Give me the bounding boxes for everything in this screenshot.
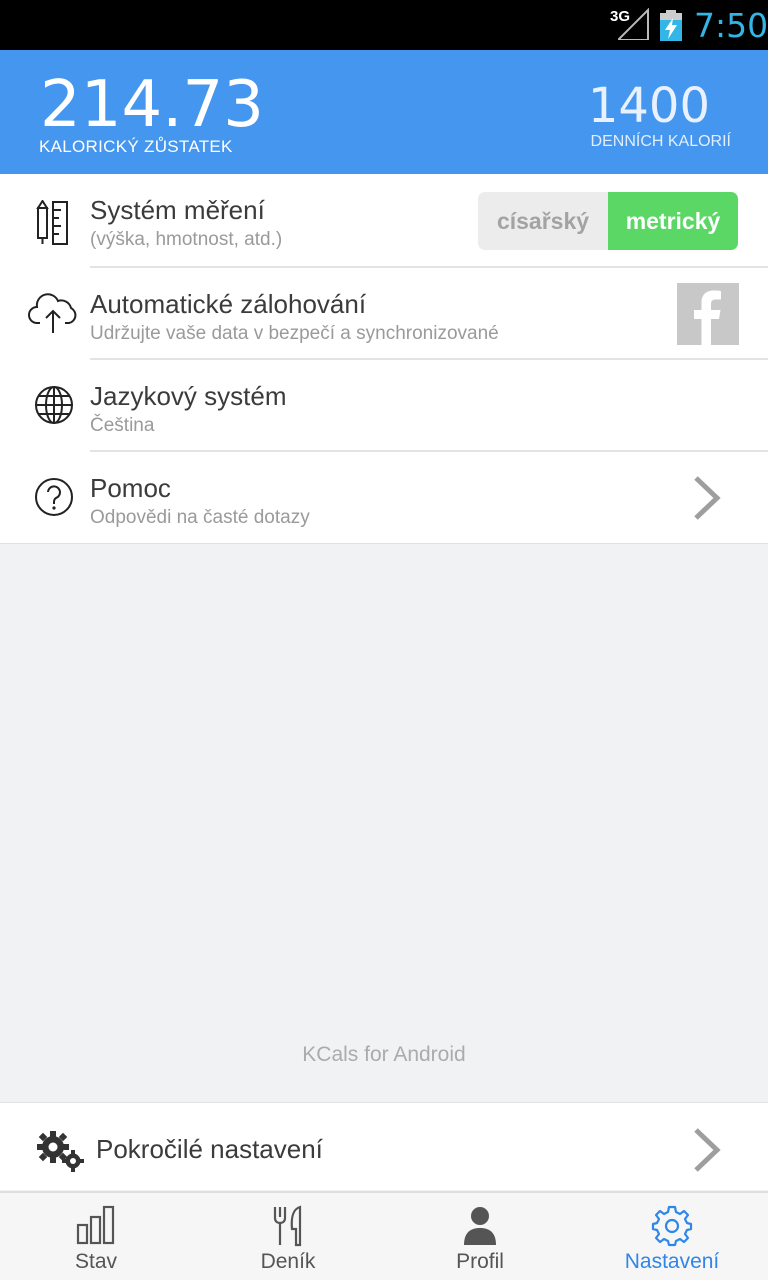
- measurement-title: Systém měření: [90, 195, 265, 225]
- fork-knife-icon: [273, 1205, 302, 1247]
- nav-label: Nastavení: [624, 1250, 720, 1273]
- facebook-icon: [694, 290, 721, 345]
- gears-icon: [37, 1131, 84, 1172]
- person-icon: [464, 1207, 496, 1245]
- nav-label: Stav: [74, 1250, 118, 1273]
- cloud-upload-icon: [28, 293, 77, 333]
- clock: 7:50: [694, 6, 768, 45]
- backup-title: Automatické zálohování: [90, 289, 367, 319]
- metric-units-button[interactable]: metrický: [608, 192, 738, 250]
- advanced-settings-row[interactable]: Pokročilé nastavení: [0, 1102, 768, 1190]
- settings-row-language[interactable]: Jazykový systém Čeština: [0, 359, 768, 451]
- chevron-right-icon: [694, 476, 721, 520]
- globe-icon: [35, 386, 73, 424]
- gear-icon: [651, 1205, 693, 1247]
- measurement-subtitle: (výška, hmotnost, atd.): [90, 229, 283, 250]
- settings-row-measurement: Systém měření (výška, hmotnost, atd.) cí…: [0, 174, 768, 266]
- imperial-units-button[interactable]: císařský: [478, 192, 608, 250]
- settings-row-backup[interactable]: Automatické zálohování Udržujte vaše dat…: [0, 267, 768, 359]
- divider: [0, 543, 768, 544]
- nav-item-nastaveni[interactable]: Nastavení: [576, 1193, 768, 1280]
- language-title: Jazykový systém: [90, 381, 287, 411]
- facebook-button[interactable]: [677, 283, 739, 345]
- nav-label: Deník: [260, 1250, 316, 1273]
- app-footer-text: KCals for Android: [302, 1043, 466, 1066]
- nav-label: Profil: [456, 1250, 504, 1273]
- help-icon: [35, 478, 73, 516]
- help-subtitle: Odpovědi na časté dotazy: [90, 507, 310, 528]
- units-toggle: císařský metrický: [478, 192, 738, 250]
- bar-chart-icon: [76, 1205, 115, 1245]
- daily-calories-label: DENNÍCH KALORIÍ: [590, 133, 731, 150]
- settings-row-help[interactable]: Pomoc Odpovědi na časté dotazy: [0, 451, 768, 543]
- calorie-balance-label: KALORICKÝ ZŮSTATEK: [39, 137, 233, 156]
- language-subtitle: Čeština: [90, 415, 155, 436]
- backup-subtitle: Udržujte vaše data v bezpečí a synchroni…: [90, 323, 499, 344]
- calorie-header: 214.73 KALORICKÝ ZŮSTATEK 1400 DENNÍCH K…: [0, 50, 768, 174]
- help-title: Pomoc: [90, 473, 171, 503]
- nav-item-profil[interactable]: Profil: [384, 1193, 576, 1280]
- nav-item-stav[interactable]: Stav: [0, 1193, 192, 1280]
- nav-item-denik[interactable]: Deník: [192, 1193, 384, 1280]
- signal-icon: [618, 8, 649, 40]
- chevron-right-icon: [694, 1128, 721, 1172]
- settings-list: Systém měření (výška, hmotnost, atd.) cí…: [0, 174, 768, 543]
- ruler-pencil-icon: [36, 200, 68, 245]
- calorie-balance-value: 214.73: [40, 68, 264, 142]
- bottom-navigation: Stav Deník Profil Nastavení: [0, 1191, 768, 1280]
- battery-charging-icon: [660, 10, 682, 41]
- advanced-settings-title: Pokročilé nastavení: [96, 1134, 323, 1164]
- daily-calories-value: 1400: [587, 78, 710, 134]
- status-bar: 3G 7:50: [0, 0, 768, 50]
